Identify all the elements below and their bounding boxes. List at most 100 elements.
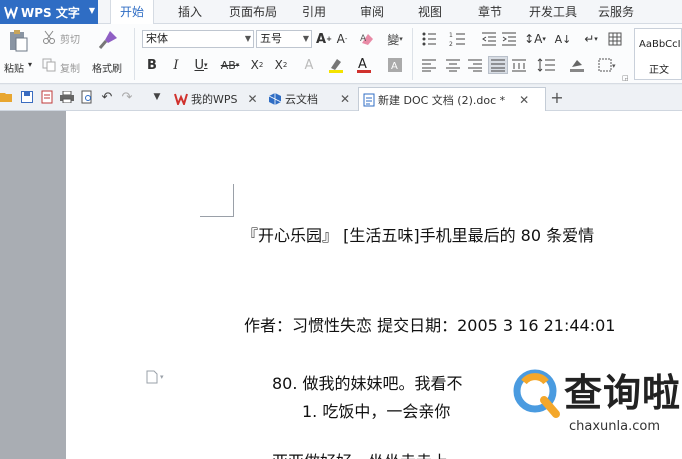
char-shading-icon[interactable]: A <box>386 56 404 74</box>
watermark-title: 查询啦 <box>564 371 682 415</box>
paste-icon[interactable] <box>6 28 30 52</box>
format-painter-icon[interactable] <box>96 28 120 52</box>
bullet-list-icon[interactable] <box>420 30 442 48</box>
tab-insert[interactable]: 插入 <box>170 0 210 24</box>
tab-page-layout[interactable]: 页面布局 <box>224 0 282 24</box>
style-name: 正文 <box>649 65 669 76</box>
tab-section[interactable]: 章节 <box>472 0 508 24</box>
svg-text:2: 2 <box>449 41 453 47</box>
dialog-launcher-icon[interactable]: ◲ <box>622 74 629 82</box>
bold-icon[interactable]: B <box>144 56 160 74</box>
page-margin-corner <box>233 184 234 217</box>
grow-font-icon[interactable]: A + <box>316 30 332 48</box>
font-size-select[interactable]: 五号 ▼ <box>256 30 312 48</box>
tab-label: 新建 DOC 文档 (2).doc * <box>378 93 506 107</box>
text-effect-icon[interactable]: A <box>300 56 318 74</box>
copy-icon[interactable] <box>42 58 56 72</box>
svg-text:A: A <box>360 34 367 44</box>
style-gallery[interactable]: AaBbCcI 正文 <box>634 28 682 80</box>
phonetic-guide-icon[interactable]: 變 ▾ <box>382 30 408 48</box>
paragraph-shading-icon[interactable] <box>566 56 590 74</box>
app-title: WPS 文字 <box>21 5 80 20</box>
document-title-line[interactable]: 『开心乐园』 [生活五味]手机里最后的 80 条爱情 <box>242 222 594 246</box>
svg-text:1: 1 <box>449 32 453 39</box>
close-icon[interactable]: ✕ <box>340 92 350 106</box>
cut-label[interactable]: 剪切 <box>60 31 80 46</box>
italic-icon[interactable]: I <box>168 56 184 74</box>
watermark: 查询啦 chaxunla.com <box>506 362 682 442</box>
tab-cloud-service[interactable]: 云服务 <box>594 0 638 24</box>
tab-cloud-docs[interactable]: 云文档 ✕ <box>264 87 356 111</box>
subscript-icon[interactable]: X2 <box>272 56 290 74</box>
text-direction-icon[interactable]: ↕A ▾ <box>522 30 548 48</box>
tab-my-wps[interactable]: 我的WPS ✕ <box>170 87 262 111</box>
superscript-icon[interactable]: X2 <box>248 56 266 74</box>
distributed-align-icon[interactable] <box>510 56 528 74</box>
close-icon[interactable]: ✕ <box>519 93 529 107</box>
document-tab-bar: ↶ ↷ ▼ 我的WPS ✕ 云文档 ✕ 新建 DOC 文档 (2).doc * … <box>0 85 682 111</box>
tab-references[interactable]: 引用 <box>296 0 332 24</box>
undo-icon[interactable]: ↶ <box>100 90 114 105</box>
chevron-down-icon[interactable]: ▼ <box>150 90 164 104</box>
svg-text:A: A <box>391 61 398 72</box>
align-right-icon[interactable] <box>466 56 484 74</box>
clear-format-icon[interactable]: A <box>358 30 376 48</box>
justify-icon[interactable] <box>488 56 508 74</box>
decrease-indent-icon[interactable] <box>480 30 498 48</box>
open-folder-icon[interactable] <box>0 90 14 104</box>
document-author-line[interactable]: 作者：习惯性失恋 提交日期：2005 3 16 21:44:01 <box>244 312 615 336</box>
watermark-url: chaxunla.com <box>569 419 660 434</box>
highlight-icon[interactable] <box>326 56 348 74</box>
copy-label[interactable]: 复制 <box>60 60 80 75</box>
svg-text:▾: ▾ <box>612 62 616 70</box>
tab-developer[interactable]: 开发工具 <box>524 0 582 24</box>
font-name-value: 宋体 <box>146 32 168 45</box>
save-icon[interactable] <box>20 90 34 104</box>
font-color-icon[interactable]: A <box>354 56 376 74</box>
close-icon[interactable]: ✕ <box>248 92 258 106</box>
numbered-list-icon[interactable]: 12 <box>448 30 472 48</box>
tab-label: 云文档 <box>285 93 318 106</box>
show-marks-icon[interactable]: ↵ ▾ <box>580 30 602 48</box>
align-center-icon[interactable] <box>444 56 462 74</box>
sort-icon[interactable]: A↓ <box>554 30 572 48</box>
format-painter-label[interactable]: 格式刷 <box>92 60 122 75</box>
tab-view[interactable]: 视图 <box>412 0 448 24</box>
strikethrough-icon[interactable]: AB ▾ <box>216 56 244 74</box>
paragraph-menu-icon[interactable]: ▾ <box>146 370 170 384</box>
chevron-down-icon: ▼ <box>244 34 251 43</box>
underline-icon[interactable]: U ▾ <box>190 56 212 74</box>
svg-text:▾: ▾ <box>160 373 164 381</box>
print-icon[interactable] <box>60 90 74 104</box>
font-size-value: 五号 <box>260 32 282 45</box>
paste-label[interactable]: 粘贴 <box>4 60 24 75</box>
line-spacing-icon[interactable] <box>536 56 558 74</box>
print-preview-icon[interactable] <box>80 90 94 104</box>
font-name-select[interactable]: 宋体 ▼ <box>142 30 254 48</box>
wps-logo-icon <box>174 93 188 105</box>
app-menu-button[interactable]: WPS 文字 ▼ <box>0 0 98 24</box>
wps-logo-icon <box>4 5 18 20</box>
shrink-font-icon[interactable]: A- <box>334 30 350 48</box>
new-tab-plus-icon[interactable]: + <box>550 88 564 107</box>
ribbon-divider <box>412 28 413 80</box>
align-left-icon[interactable] <box>420 56 438 74</box>
increase-indent-icon[interactable] <box>500 30 518 48</box>
tab-review[interactable]: 审阅 <box>354 0 390 24</box>
table-grid-icon[interactable] <box>606 30 624 48</box>
style-preview: AaBbCcI <box>639 39 681 50</box>
svg-text:A: A <box>358 57 367 72</box>
redo-icon[interactable]: ↷ <box>120 90 134 105</box>
tab-current-document[interactable]: 新建 DOC 文档 (2).doc * ✕ <box>358 87 546 111</box>
borders-icon[interactable]: ▾ <box>596 56 620 74</box>
document-paragraph[interactable]: 1. 吃饭中，一会亲你 <box>302 398 450 422</box>
menu-bar: WPS 文字 ▼ 开始 插入 页面布局 引用 审阅 视图 章节 开发工具 云服务 <box>0 0 682 25</box>
tab-home[interactable]: 开始 <box>110 0 154 25</box>
export-pdf-icon[interactable] <box>40 90 54 104</box>
chevron-down-icon[interactable]: ▾ <box>28 60 32 69</box>
scissors-icon[interactable] <box>42 30 56 44</box>
document-paragraph[interactable]: 80. 做我的妹妹吧。我看不 <box>272 370 463 394</box>
tab-label: 我的WPS <box>191 93 238 106</box>
left-margin-area <box>0 111 66 459</box>
document-paragraph[interactable]: 亚亚做好好，坐坐走走上一 <box>272 448 464 459</box>
